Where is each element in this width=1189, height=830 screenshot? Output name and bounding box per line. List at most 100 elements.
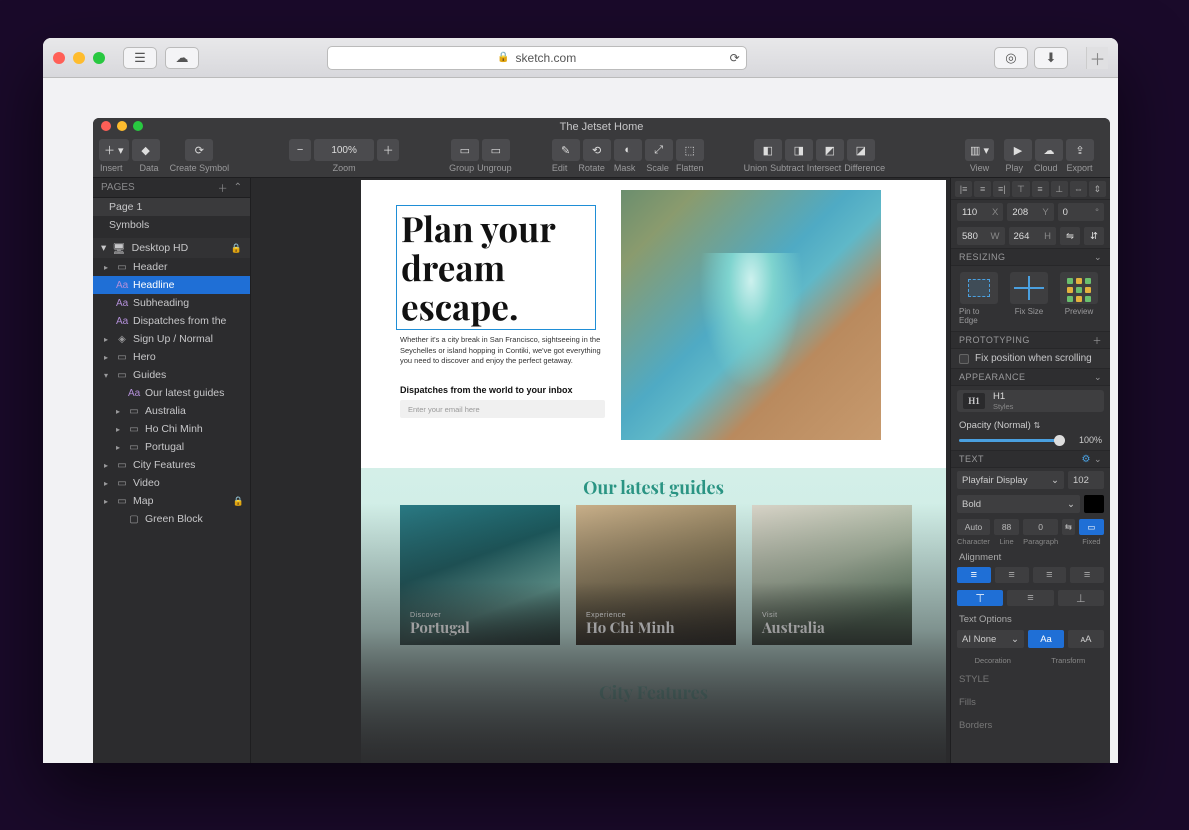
- align-vcenter-button[interactable]: ≡: [1032, 181, 1049, 197]
- borders-section[interactable]: Borders: [951, 714, 1110, 737]
- artboard-desktop-hd[interactable]: Plan your dream escape. Whether it's a c…: [361, 180, 946, 763]
- sketch-minimize-button[interactable]: [117, 121, 127, 131]
- flip-v-button[interactable]: ⇵: [1084, 227, 1104, 245]
- headline-selection[interactable]: Plan your dream escape.: [396, 205, 596, 330]
- layer-item[interactable]: AaOur latest guides: [93, 384, 250, 402]
- reader-button[interactable]: ☰: [123, 47, 157, 69]
- valign-bottom[interactable]: ⊥: [1058, 590, 1104, 606]
- group-button[interactable]: ▭: [451, 139, 479, 161]
- flatten-button[interactable]: ⬚: [676, 139, 704, 161]
- layer-item[interactable]: ▸▭Portugal: [93, 438, 250, 456]
- add-prototype-button[interactable]: ＋: [1092, 334, 1102, 347]
- align-left-button[interactable]: |≡: [955, 181, 972, 197]
- distribute-v-button[interactable]: ⇕: [1089, 181, 1106, 197]
- align-text-center[interactable]: ≡: [995, 567, 1029, 583]
- align-text-right[interactable]: ≡: [1033, 567, 1067, 583]
- scale-button[interactable]: ⤢: [645, 139, 673, 161]
- text-color-swatch[interactable]: [1084, 495, 1104, 513]
- intersect-button[interactable]: ◩: [816, 139, 844, 161]
- disclosure-icon[interactable]: ▸: [101, 263, 111, 272]
- transform-aa-button[interactable]: Aa: [1028, 630, 1064, 648]
- transform-aa-alt[interactable]: ᴀA: [1068, 630, 1104, 648]
- layer-item[interactable]: ▸▭Header: [93, 258, 250, 276]
- ungroup-button[interactable]: ▭: [482, 139, 510, 161]
- layer-item[interactable]: ▸▭Video: [93, 474, 250, 492]
- guide-card-hochiminh[interactable]: Experience Ho Chi Minh: [576, 505, 736, 645]
- layer-item[interactable]: AaHeadline: [93, 276, 250, 294]
- flip-h-button[interactable]: ⇋: [1060, 227, 1080, 245]
- disclosure-icon[interactable]: ▸: [113, 425, 123, 434]
- y-field[interactable]: 208Y: [1007, 203, 1053, 221]
- opacity-slider[interactable]: 100%: [959, 434, 1102, 446]
- h-field[interactable]: 264H: [1009, 227, 1057, 245]
- new-tab-button[interactable]: ＋: [1086, 47, 1108, 69]
- fills-section[interactable]: Fills: [951, 691, 1110, 714]
- disclosure-icon[interactable]: ▸: [101, 497, 111, 506]
- fixed-width-toggle[interactable]: ▭: [1079, 519, 1104, 535]
- layer-item[interactable]: ▾▭Guides: [93, 366, 250, 384]
- valign-top[interactable]: ⊤: [957, 590, 1003, 606]
- layer-item[interactable]: AaDispatches from the: [93, 312, 250, 330]
- subtract-button[interactable]: ◨: [785, 139, 813, 161]
- align-bottom-button[interactable]: ⊥: [1051, 181, 1068, 197]
- privacy-report-button[interactable]: ◎: [994, 47, 1028, 69]
- align-right-button[interactable]: ≡|: [993, 181, 1010, 197]
- spacing-lock[interactable]: ⇆: [1062, 519, 1075, 535]
- view-button[interactable]: ▥ ▾: [965, 139, 994, 161]
- export-button[interactable]: ⇪: [1066, 139, 1094, 161]
- fix-position-checkbox[interactable]: Fix position when scrolling: [951, 349, 1110, 368]
- close-window-button[interactable]: [53, 52, 65, 64]
- guide-card-portugal[interactable]: Discover Portugal: [400, 505, 560, 645]
- font-weight-select[interactable]: Bold⌄: [957, 495, 1080, 513]
- layer-item[interactable]: ▢Green Block: [93, 510, 250, 528]
- pin-to-edge-option[interactable]: [960, 272, 998, 304]
- preview-option[interactable]: [1060, 272, 1098, 304]
- minimize-window-button[interactable]: [73, 52, 85, 64]
- disclosure-icon[interactable]: ▸: [113, 443, 123, 452]
- canvas[interactable]: Plan your dream escape. Whether it's a c…: [251, 178, 950, 763]
- char-spacing-auto[interactable]: Auto: [957, 519, 990, 535]
- font-family-select[interactable]: Playfair Display⌄: [957, 471, 1064, 489]
- reload-icon[interactable]: ⟳: [730, 51, 740, 65]
- sketch-close-button[interactable]: [101, 121, 111, 131]
- page-item[interactable]: Page 1: [93, 198, 250, 216]
- resizing-header[interactable]: RESIZING⌄: [951, 248, 1110, 266]
- disclosure-icon[interactable]: ▸: [113, 407, 123, 416]
- zoom-out-button[interactable]: −: [289, 139, 311, 161]
- disclosure-icon[interactable]: ▸: [101, 353, 111, 362]
- union-button[interactable]: ◧: [754, 139, 782, 161]
- rotation-field[interactable]: 0°: [1058, 203, 1104, 221]
- appearance-header[interactable]: APPEARANCE⌄: [951, 368, 1110, 386]
- cloud-tabs-button[interactable]: ☁: [165, 47, 199, 69]
- page-item[interactable]: Symbols: [93, 216, 250, 234]
- disclosure-icon[interactable]: ▾: [101, 371, 111, 380]
- play-button[interactable]: ▶: [1004, 139, 1032, 161]
- sketch-zoom-button[interactable]: [133, 121, 143, 131]
- prototyping-header[interactable]: PROTOTYPING＋: [951, 331, 1110, 349]
- cloud-button[interactable]: ☁: [1035, 139, 1063, 161]
- style-section[interactable]: STYLE: [951, 668, 1110, 691]
- mask-button[interactable]: ◐: [614, 139, 642, 161]
- layer-item[interactable]: AaSubheading: [93, 294, 250, 312]
- valign-middle[interactable]: ≡: [1007, 590, 1053, 606]
- layer-item[interactable]: ▸▭Australia: [93, 402, 250, 420]
- gear-icon[interactable]: ⚙: [1081, 454, 1090, 465]
- text-header[interactable]: TEXT⚙ ⌄: [951, 450, 1110, 468]
- layer-item[interactable]: ▸▭Hero: [93, 348, 250, 366]
- zoom-value[interactable]: 100%: [314, 139, 374, 161]
- align-top-button[interactable]: ⊤: [1012, 181, 1029, 197]
- difference-button[interactable]: ◪: [847, 139, 875, 161]
- downloads-button[interactable]: ⬇: [1034, 47, 1068, 69]
- rotate-button[interactable]: ⟲: [583, 139, 611, 161]
- insert-button[interactable]: ＋ ▾: [99, 139, 129, 161]
- distribute-h-button[interactable]: ⇔: [1070, 181, 1087, 197]
- text-style-chip[interactable]: H1 H1Styles: [957, 390, 1104, 412]
- decoration-select[interactable]: AI None⌄: [957, 630, 1024, 648]
- w-field[interactable]: 580W: [957, 227, 1005, 245]
- layer-item[interactable]: ▸▭Ho Chi Minh: [93, 420, 250, 438]
- align-hcenter-button[interactable]: ≡: [974, 181, 991, 197]
- edit-button[interactable]: ✎: [552, 139, 580, 161]
- layer-item[interactable]: ▸▭Map🔒: [93, 492, 250, 510]
- paragraph-spacing-field[interactable]: 0: [1023, 519, 1058, 535]
- zoom-window-button[interactable]: [93, 52, 105, 64]
